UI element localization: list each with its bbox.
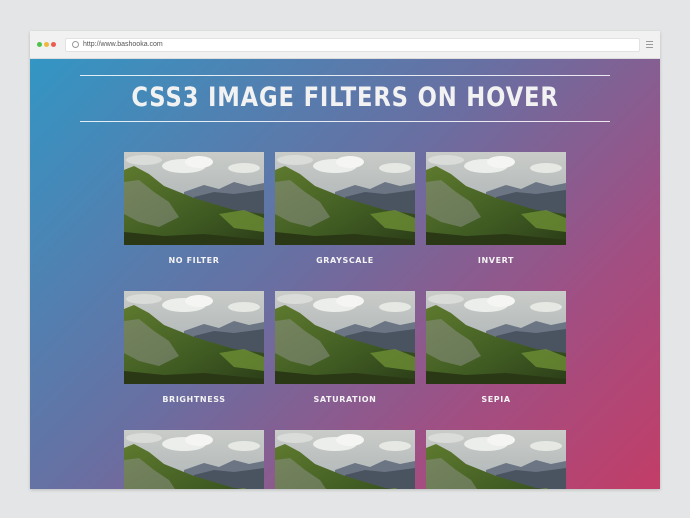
landscape-thumbnail[interactable] (124, 291, 264, 384)
card-caption: GRAYSCALE (316, 256, 374, 265)
gallery-card[interactable] (275, 430, 415, 489)
landscape-thumbnail[interactable] (275, 291, 415, 384)
gallery-card[interactable] (426, 430, 566, 489)
title-divider-top (80, 75, 610, 76)
browser-window: http://www.bashooka.com CSS3 IMAGE FILTE… (30, 31, 660, 489)
landscape-thumbnail[interactable] (426, 430, 566, 489)
landscape-thumbnail[interactable] (426, 152, 566, 245)
browser-toolbar: http://www.bashooka.com (30, 31, 660, 59)
page-title: CSS3 IMAGE FILTERS ON HOVER (131, 82, 559, 113)
title-divider-bottom (80, 121, 610, 122)
card-caption: SEPIA (481, 395, 511, 404)
landscape-thumbnail[interactable] (124, 152, 264, 245)
hamburger-menu-icon[interactable] (646, 41, 653, 50)
card-caption: INVERT (477, 256, 515, 265)
gallery-card[interactable] (124, 430, 264, 489)
card-caption: NO FILTER (168, 256, 220, 265)
card-caption: BRIGHTNESS (162, 395, 226, 404)
gallery-card[interactable]: SATURATION (275, 291, 415, 404)
gallery-card[interactable]: INVERT (426, 152, 566, 265)
card-caption: SATURATION (313, 395, 377, 404)
window-close-button[interactable] (37, 42, 42, 47)
gallery-card[interactable]: BRIGHTNESS (124, 291, 264, 404)
address-bar[interactable]: http://www.bashooka.com (65, 38, 640, 52)
gallery-card[interactable]: SEPIA (426, 291, 566, 404)
window-maximize-button[interactable] (51, 42, 56, 47)
page-viewport[interactable]: CSS3 IMAGE FILTERS ON HOVER NO FILTER GR… (30, 59, 660, 489)
url-text[interactable]: http://www.bashooka.com (83, 39, 163, 51)
search-icon (72, 41, 79, 48)
landscape-thumbnail[interactable] (124, 430, 264, 489)
landscape-thumbnail[interactable] (275, 430, 415, 489)
window-minimize-button[interactable] (44, 42, 49, 47)
landscape-thumbnail[interactable] (275, 152, 415, 245)
gallery-card[interactable]: GRAYSCALE (275, 152, 415, 265)
gallery-card[interactable]: NO FILTER (124, 152, 264, 265)
landscape-thumbnail[interactable] (426, 291, 566, 384)
